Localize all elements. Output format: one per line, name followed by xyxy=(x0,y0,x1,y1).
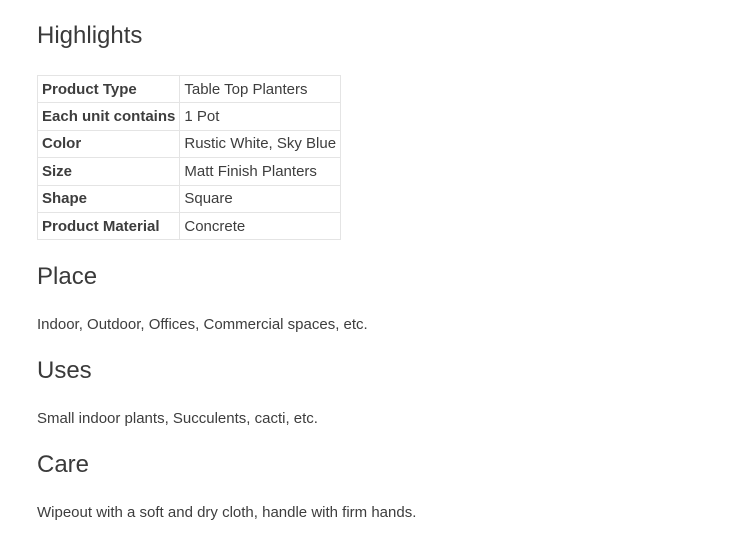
table-row: Each unit contains 1 Pot xyxy=(36,102,342,131)
spec-value: Square xyxy=(179,184,342,213)
uses-description: Small indoor plants, Succulents, cacti, … xyxy=(37,410,318,427)
uses-heading: Uses xyxy=(37,357,92,384)
place-heading: Place xyxy=(37,263,98,290)
spec-label: Color xyxy=(36,129,181,159)
spec-label: Shape xyxy=(36,184,181,213)
care-description: Wipeout with a soft and dry cloth, handl… xyxy=(37,504,417,521)
spec-value: Table Top Planters xyxy=(179,74,342,104)
spec-label: Product Type xyxy=(36,74,181,104)
spec-value: Concrete xyxy=(179,211,342,241)
table-row: Color Rustic White, Sky Blue xyxy=(36,129,342,159)
place-description: Indoor, Outdoor, Offices, Commercial spa… xyxy=(37,316,368,333)
table-row: Shape Square xyxy=(36,184,342,213)
spec-value: Rustic White, Sky Blue xyxy=(179,129,342,159)
spec-label: Each unit contains xyxy=(36,102,181,131)
highlights-heading: Highlights xyxy=(37,22,143,49)
spec-label: Product Material xyxy=(36,211,181,241)
product-details-page: Highlights Product Type Table Top Plante… xyxy=(0,0,732,548)
spec-value: 1 Pot xyxy=(179,102,342,131)
table-row: Product Material Concrete xyxy=(36,211,342,241)
highlights-table: Product Type Table Top Planters Each uni… xyxy=(36,74,342,241)
table-row: Size Matt Finish Planters xyxy=(36,157,342,186)
spec-value: Matt Finish Planters xyxy=(179,157,342,186)
spec-label: Size xyxy=(36,157,181,186)
table-row: Product Type Table Top Planters xyxy=(36,74,342,104)
care-heading: Care xyxy=(37,451,90,478)
